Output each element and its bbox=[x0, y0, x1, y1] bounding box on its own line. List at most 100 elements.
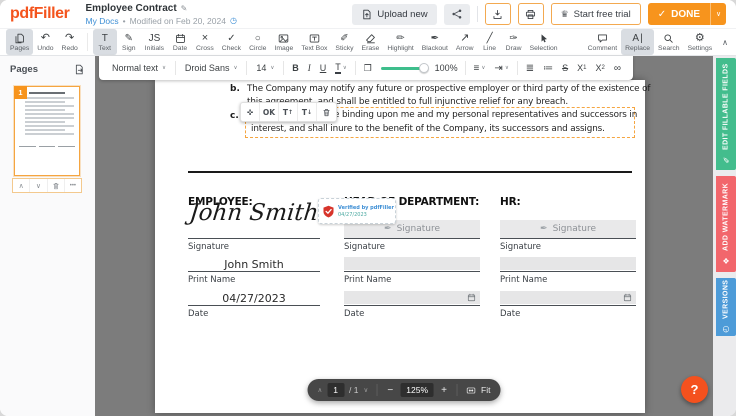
zoom-in-button[interactable]: + bbox=[439, 385, 449, 396]
current-page-input[interactable]: 1 bbox=[327, 383, 344, 397]
slider-knob[interactable] bbox=[419, 63, 429, 73]
tool-text[interactable]: TText bbox=[93, 29, 117, 55]
upload-new-button[interactable]: Upload new bbox=[352, 4, 436, 25]
date-value: 04/27/2023 bbox=[188, 292, 320, 305]
tool-date[interactable]: Date bbox=[168, 29, 192, 55]
tool-highlight[interactable]: ✏Highlight bbox=[383, 29, 417, 55]
more-page-options-button[interactable]: ••• bbox=[65, 179, 81, 192]
format-separator bbox=[175, 61, 176, 75]
list-ul-icon: ≣ bbox=[526, 63, 534, 74]
field-label: Print Name bbox=[188, 275, 235, 285]
tool-search[interactable]: Search bbox=[654, 29, 684, 55]
indent-button[interactable]: ⇥∨ bbox=[490, 61, 512, 76]
paragraph-style-select[interactable]: Normal text∨ bbox=[107, 61, 171, 75]
field-underline bbox=[188, 271, 320, 272]
field-label: Print Name bbox=[500, 275, 547, 285]
page-thumbnail[interactable]: 1 bbox=[14, 86, 80, 176]
underline-button[interactable]: U bbox=[316, 61, 331, 75]
toolbar-collapse-button[interactable]: ∧ bbox=[722, 38, 728, 47]
download-button[interactable] bbox=[485, 3, 511, 25]
fit-width-icon bbox=[466, 386, 477, 395]
zoom-out-button[interactable]: − bbox=[385, 385, 395, 396]
date-input[interactable] bbox=[500, 291, 636, 304]
sub-icon: X2 bbox=[595, 63, 604, 73]
move-page-up-button[interactable]: ∧ bbox=[13, 179, 30, 192]
tool-draw[interactable]: ✑Draw bbox=[502, 29, 526, 55]
tab-edit-fillable-fields[interactable]: ✎EDIT FILLABLE FIELDS bbox=[716, 58, 736, 170]
share-button[interactable] bbox=[444, 4, 470, 25]
numbered-list-button[interactable]: ≔ bbox=[539, 61, 557, 76]
tab-add-watermark[interactable]: ❖ADD WATERMARK bbox=[716, 176, 736, 272]
tool-blackout[interactable]: ✒Blackout bbox=[418, 29, 452, 55]
signature-field-button[interactable]: ✒Signature bbox=[500, 220, 636, 238]
tool-sign[interactable]: ✎Sign bbox=[117, 29, 141, 55]
bulleted-list-button[interactable]: ≣ bbox=[522, 61, 538, 76]
done-button[interactable]: ✓ DONE bbox=[648, 3, 710, 25]
tool-undo[interactable]: ↶Undo bbox=[33, 29, 57, 55]
next-page-button[interactable]: ∨ bbox=[363, 386, 368, 394]
stamp-text: Verified by pdfFiller bbox=[338, 205, 394, 211]
align-button[interactable]: ≡∨ bbox=[470, 61, 490, 76]
italic-button[interactable]: I bbox=[304, 61, 315, 75]
tool-draw-label: Draw bbox=[506, 45, 522, 52]
main-area: Pages 1 ∧ ∨ ••• Normal text∨D bbox=[0, 56, 736, 416]
page-number-badge: 1 bbox=[14, 86, 27, 99]
tab-versions[interactable]: ◷VERSIONS bbox=[716, 278, 736, 336]
tool-replace[interactable]: A|Replace bbox=[621, 29, 654, 55]
print-name-input[interactable] bbox=[344, 257, 480, 270]
subscript-button[interactable]: X2 bbox=[591, 61, 608, 75]
tool-pages[interactable]: Pages bbox=[6, 29, 33, 55]
tool-redo[interactable]: ↷Redo bbox=[58, 29, 82, 55]
bold-button[interactable]: B bbox=[288, 61, 303, 75]
done-button-group: ✓ DONE ∨ bbox=[648, 3, 726, 25]
help-button[interactable]: ? bbox=[681, 376, 708, 403]
tool-textbox[interactable]: Text Box bbox=[297, 29, 331, 55]
tool-sticky[interactable]: ✐Sticky bbox=[331, 29, 357, 55]
tool-line-label: Line bbox=[483, 45, 496, 52]
done-dropdown-button[interactable]: ∨ bbox=[710, 3, 726, 25]
tool-check[interactable]: ✓Check bbox=[218, 29, 245, 55]
history-clock-icon[interactable]: ◷ bbox=[230, 16, 237, 25]
previous-page-button[interactable]: ∧ bbox=[318, 386, 323, 394]
date-input[interactable] bbox=[344, 291, 480, 304]
italic-icon: I bbox=[308, 63, 311, 73]
font-size-select[interactable]: 14∨ bbox=[251, 61, 279, 75]
bold-icon: B bbox=[292, 63, 299, 73]
ok-button[interactable]: OK bbox=[260, 103, 279, 121]
export-page-icon[interactable] bbox=[74, 64, 85, 75]
print-name-input[interactable] bbox=[500, 257, 636, 270]
tool-circle[interactable]: ○Circle bbox=[245, 29, 270, 55]
link-button[interactable]: ∞ bbox=[610, 61, 625, 76]
print-button[interactable] bbox=[518, 3, 544, 25]
delete-text-button[interactable] bbox=[317, 103, 336, 121]
rename-pencil-icon[interactable]: ✎ bbox=[181, 4, 188, 13]
move-page-down-button[interactable]: ∨ bbox=[30, 179, 47, 192]
tool-erase[interactable]: Erase bbox=[358, 29, 384, 55]
zoom-level[interactable]: 125% bbox=[400, 383, 434, 397]
move-handle[interactable]: ✜ bbox=[241, 103, 260, 121]
copy-style-button[interactable]: ❐ bbox=[360, 61, 376, 76]
my-docs-link[interactable]: My Docs bbox=[86, 16, 119, 26]
tool-cross[interactable]: ×Cross bbox=[192, 29, 218, 55]
delete-page-button[interactable] bbox=[48, 179, 65, 192]
font-increase-button[interactable]: T↑ bbox=[279, 103, 298, 121]
start-free-trial-button[interactable]: ♛ Start free trial bbox=[551, 3, 641, 25]
tool-selection[interactable]: Selection bbox=[526, 29, 562, 55]
tool-line[interactable]: ╱Line bbox=[478, 29, 502, 55]
trash-icon bbox=[52, 182, 60, 190]
text-color-button[interactable]: T∨ bbox=[331, 61, 351, 76]
font-decrease-button[interactable]: T↓ bbox=[298, 103, 317, 121]
fit-button[interactable]: Fit bbox=[466, 385, 490, 395]
image-icon bbox=[278, 33, 289, 44]
font-family-select[interactable]: Droid Sans∨ bbox=[180, 61, 243, 75]
superscript-button[interactable]: X1 bbox=[573, 61, 590, 75]
tool-settings[interactable]: ⚙Settings bbox=[684, 29, 717, 55]
document-page[interactable]: b. The Company may notify any future or … bbox=[155, 80, 645, 413]
tool-initials[interactable]: JSInitials bbox=[141, 29, 168, 55]
strikethrough-button[interactable]: S bbox=[558, 61, 572, 75]
font-down-icon: T↓ bbox=[302, 108, 312, 117]
tool-comment[interactable]: Comment bbox=[584, 29, 621, 55]
opacity-slider[interactable] bbox=[381, 67, 425, 70]
tool-image[interactable]: Image bbox=[270, 29, 297, 55]
tool-arrow[interactable]: ↗Arrow bbox=[452, 29, 478, 55]
